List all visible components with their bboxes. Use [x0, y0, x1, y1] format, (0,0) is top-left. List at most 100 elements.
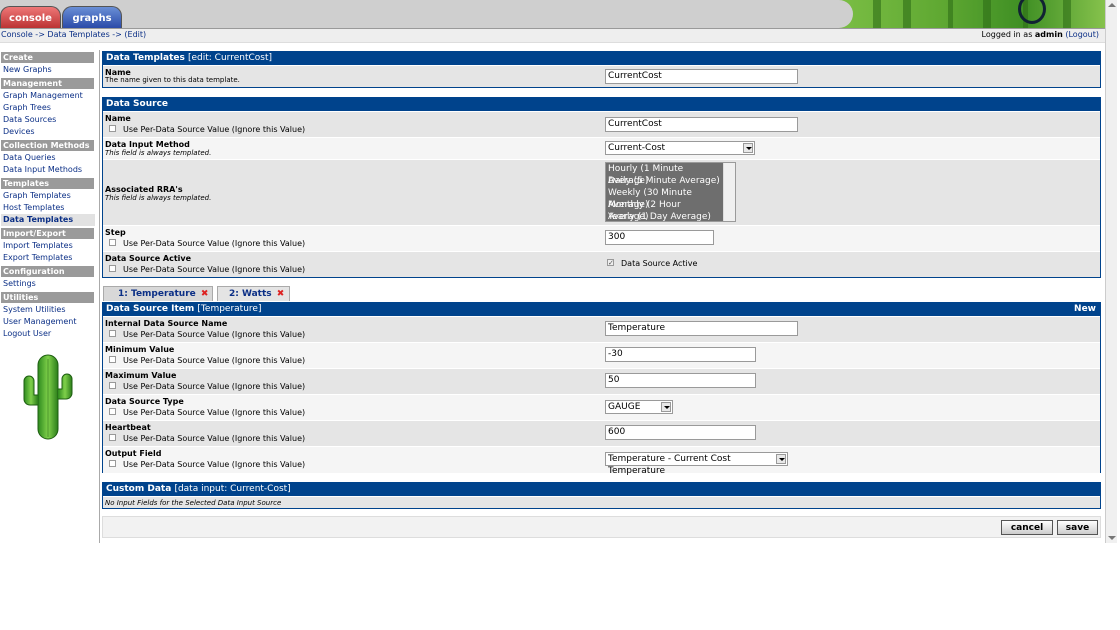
per-ds-checkbox[interactable]: [109, 460, 116, 467]
login-user: admin: [1034, 30, 1063, 39]
internal-name-row: Internal Data Source Name Use Per-Data S…: [103, 316, 1100, 342]
graphs-tab[interactable]: graphs: [62, 6, 122, 28]
button-bar: cancel save: [102, 516, 1101, 538]
checkbox-label: Use Per-Data Source Value (Ignore this V…: [123, 330, 306, 339]
template-name-row: Name The name given to this data templat…: [103, 65, 1100, 87]
cactus-logo-icon: [23, 354, 73, 440]
checkbox-label: Use Per-Data Source Value (Ignore this V…: [123, 408, 306, 417]
field-label: Data Source Type: [105, 397, 184, 406]
breadcrumb-bar: Console -> Data Templates -> (Edit) Logg…: [0, 29, 1105, 43]
panel-subtitle: [Temperature]: [197, 304, 262, 314]
ds-item-tab-temperature[interactable]: 1: Temperature ✖: [103, 286, 213, 301]
listbox-scrollbar[interactable]: [723, 163, 735, 221]
sidebar-item-host-templates[interactable]: Host Templates: [3, 202, 99, 214]
cancel-button[interactable]: cancel: [1001, 520, 1053, 535]
sidebar-section-header: Utilities: [1, 292, 94, 303]
sidebar-item-graph-management[interactable]: Graph Management: [3, 90, 99, 102]
sidebar-item-new-graphs[interactable]: New Graphs: [3, 64, 99, 76]
panel-subtitle: [data input: Current-Cost]: [174, 484, 291, 494]
per-ds-checkbox[interactable]: [109, 356, 116, 363]
max-value-row: Maximum Value Use Per-Data Source Value …: [103, 368, 1100, 394]
min-value-input[interactable]: -30: [605, 347, 756, 362]
sidebar-item-settings[interactable]: Settings: [3, 278, 99, 290]
sidebar-section-header: Configuration: [1, 266, 94, 277]
sidebar-item-data-queries[interactable]: Data Queries: [3, 152, 99, 164]
field-description: This field is always templated.: [105, 149, 212, 157]
remove-x-icon[interactable]: ✖: [277, 289, 285, 299]
field-label: Output Field: [105, 449, 162, 458]
output-field-select[interactable]: Temperature - Current Cost Temperature: [605, 452, 788, 476]
checkbox-label: Use Per-Data Source Value (Ignore this V…: [123, 356, 306, 365]
sidebar-item-data-input-methods[interactable]: Data Input Methods: [3, 164, 99, 176]
step-input[interactable]: 300: [605, 230, 714, 245]
panel-title: Custom Data: [106, 484, 172, 494]
dropdown-arrow-icon: [743, 143, 753, 153]
login-prefix: Logged in as: [981, 30, 1035, 39]
rra-option[interactable]: Hourly (1 Minute Average): [606, 163, 723, 186]
select-value: Current-Cost: [608, 143, 666, 153]
per-ds-checkbox[interactable]: [109, 239, 116, 246]
breadcrumb[interactable]: Console -> Data Templates -> (Edit): [1, 29, 146, 41]
dropdown-arrow-icon: [776, 454, 786, 464]
ds-item-tab-watts[interactable]: 2: Watts ✖: [217, 286, 290, 301]
heartbeat-input[interactable]: 600: [605, 425, 756, 440]
per-ds-checkbox[interactable]: [109, 434, 116, 441]
console-tab[interactable]: console: [0, 6, 61, 28]
ds-item-panel: Data Source Item [Temperature] New Intern…: [102, 302, 1101, 476]
sidebar-item-user-management[interactable]: User Management: [3, 316, 99, 328]
rra-option[interactable]: Weekly (30 Minute Average): [606, 187, 723, 210]
sidebar-item-devices[interactable]: Devices: [3, 126, 99, 138]
sidebar-item-system-utilities[interactable]: System Utilities: [3, 304, 99, 316]
field-label: Data Source Active: [105, 254, 192, 263]
per-ds-checkbox[interactable]: [109, 330, 116, 337]
data-template-panel: Data Templates [edit: CurrentCost] Name …: [102, 51, 1101, 88]
per-ds-checkbox[interactable]: [109, 265, 116, 272]
per-ds-checkbox[interactable]: [109, 382, 116, 389]
rra-option[interactable]: Monthly (2 Hour Average): [606, 199, 723, 221]
max-value-input[interactable]: 50: [605, 373, 756, 388]
sidebar-item-data-sources[interactable]: Data Sources: [3, 114, 99, 126]
rra-option[interactable]: Yearly (1 Day Average): [606, 211, 723, 221]
custom-data-row: No Input Fields for the Selected Data In…: [103, 496, 1100, 508]
cactus-banner-image: [833, 0, 1105, 28]
input-method-row: Data Input Method This field is always t…: [103, 137, 1100, 159]
checkbox-label: Use Per-Data Source Value (Ignore this V…: [123, 265, 306, 274]
rra-row: Associated RRA's This field is always te…: [103, 159, 1100, 225]
min-value-row: Minimum Value Use Per-Data Source Value …: [103, 342, 1100, 368]
new-item-link[interactable]: New: [1074, 303, 1096, 316]
sidebar-item-graph-templates[interactable]: Graph Templates: [3, 190, 99, 202]
field-description: No Input Fields for the Selected Data In…: [105, 499, 282, 507]
tab-label: 2: Watts: [229, 289, 272, 299]
field-label: Associated RRA's: [105, 185, 183, 194]
rra-listbox[interactable]: Hourly (1 Minute Average) Daily (5 Minut…: [605, 162, 736, 222]
sidebar-item-data-templates[interactable]: Data Templates: [1, 214, 95, 226]
field-label: Step: [105, 228, 126, 237]
internal-name-input[interactable]: Temperature: [605, 321, 798, 336]
template-name-input[interactable]: CurrentCost: [605, 69, 798, 84]
sidebar-section-header: Collection Methods: [1, 140, 94, 151]
save-button[interactable]: save: [1057, 520, 1098, 535]
page-scrollbar[interactable]: [1105, 0, 1117, 543]
checkbox-label: Use Per-Data Source Value (Ignore this V…: [123, 460, 306, 469]
remove-x-icon[interactable]: ✖: [201, 289, 209, 299]
input-method-select[interactable]: Current-Cost: [605, 141, 755, 155]
sidebar-item-logout-user[interactable]: Logout User: [3, 328, 99, 340]
sidebar-section-header: Create: [1, 52, 94, 63]
rra-option[interactable]: Daily (5 Minute Average): [606, 175, 723, 187]
custom-data-panel: Custom Data [data input: Current-Cost] N…: [102, 482, 1101, 509]
panel-header: Data Source: [103, 98, 1100, 111]
checkbox-label: Use Per-Data Source Value (Ignore this V…: [123, 239, 306, 248]
ds-name-input[interactable]: CurrentCost: [605, 117, 798, 132]
ds-type-row: Data Source Type Use Per-Data Source Val…: [103, 394, 1100, 420]
sidebar-item-graph-trees[interactable]: Graph Trees: [3, 102, 99, 114]
field-label: Name: [105, 114, 131, 123]
sidebar-item-import-templates[interactable]: Import Templates: [3, 240, 99, 252]
logout-link[interactable]: (Logout): [1065, 30, 1099, 39]
ds-type-select[interactable]: GAUGE: [605, 400, 673, 414]
per-ds-checkbox[interactable]: [109, 408, 116, 415]
output-field-row: Output Field Use Per-Data Source Value (…: [103, 446, 1100, 476]
ds-active-checkbox[interactable]: ✓: [607, 259, 614, 267]
per-ds-checkbox[interactable]: [109, 125, 116, 132]
heartbeat-row: Heartbeat Use Per-Data Source Value (Ign…: [103, 420, 1100, 446]
sidebar-item-export-templates[interactable]: Export Templates: [3, 252, 99, 264]
